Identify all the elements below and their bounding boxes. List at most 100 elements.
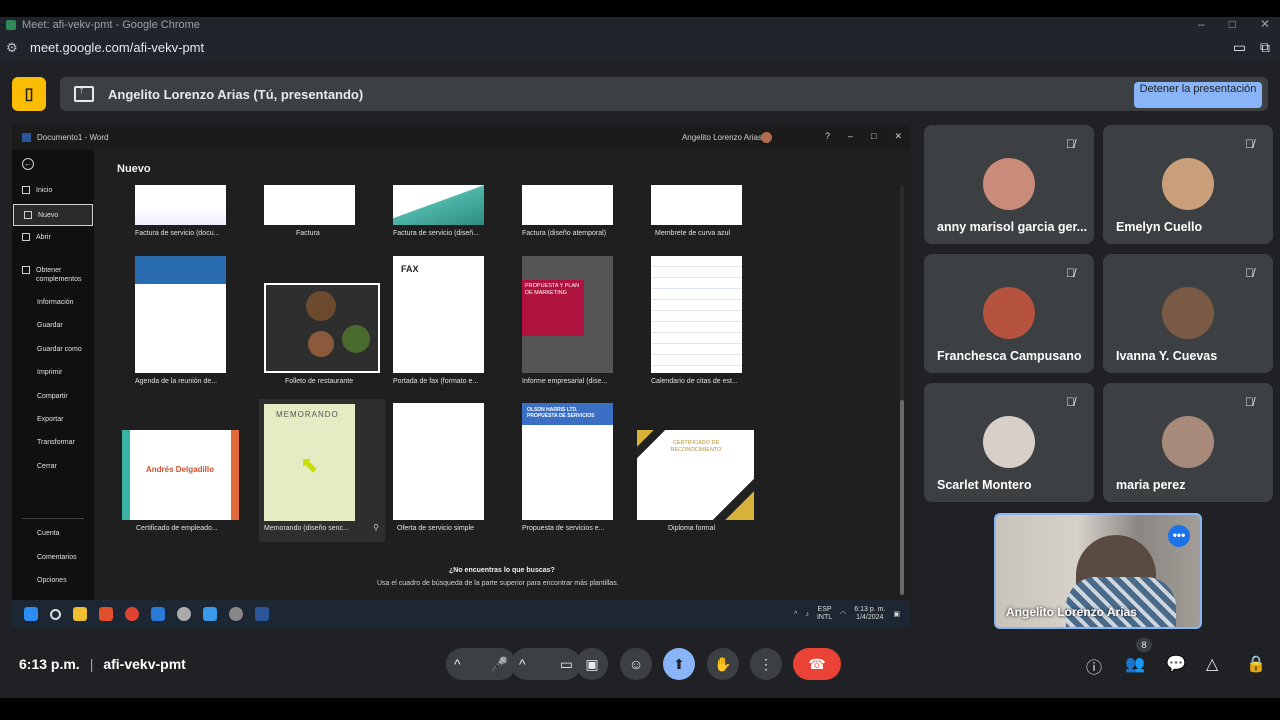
notification-icon[interactable]: ▣	[893, 610, 900, 618]
sidebar-item-exportar[interactable]: Exportar	[37, 416, 63, 423]
addins-icon	[22, 266, 30, 274]
open-in-new-icon[interactable]: ⧉	[1260, 39, 1270, 56]
sidebar-item-inicio[interactable]: Inicio	[22, 186, 52, 194]
sidebar-item-abrir[interactable]: Abrir	[22, 233, 51, 241]
pin-icon[interactable]: ⚲	[373, 523, 379, 532]
tray-mic-icon[interactable]: ♪	[805, 611, 809, 618]
captions-icon: ▣	[585, 655, 599, 672]
food-image	[306, 291, 336, 321]
address-bar-actions: ▭ ⧉	[1233, 39, 1270, 56]
brave-icon[interactable]	[99, 607, 113, 621]
sidebar-item-nuevo[interactable]: Nuevo	[13, 204, 93, 226]
sidebar-item-cuenta[interactable]: Cuenta	[37, 530, 60, 537]
back-arrow-icon[interactable]: ←	[22, 158, 34, 170]
templates-panel: Nuevo Factura de servicio (docu... Factu…	[94, 150, 904, 600]
people-icon[interactable]: 👥	[1125, 654, 1145, 674]
url-text[interactable]: meet.google.com/afi-vekv-pmt	[30, 40, 204, 55]
participant-tile[interactable]: 🎙̸ Emelyn Cuello	[1103, 125, 1273, 244]
template-caption: Factura de servicio (diseñ...	[393, 230, 479, 237]
file-explorer-icon[interactable]	[73, 607, 87, 621]
word-help-icon[interactable]: ?	[825, 131, 830, 142]
template-caption: Diploma formal	[668, 525, 716, 532]
tray-chevron-icon[interactable]: ^	[794, 611, 797, 618]
taskbar-clock[interactable]: 6:13 p. m. 1/4/2024	[854, 606, 885, 622]
participant-tile[interactable]: 🎙̸ maria perez	[1103, 383, 1273, 502]
sidebar-item-cerrar[interactable]: Cerrar	[37, 463, 57, 470]
sidebar-item-guardar[interactable]: Guardar	[37, 322, 63, 329]
more-options-button[interactable]: ⋮	[750, 648, 782, 680]
self-view-tile[interactable]: ••• Angelito Lorenzo Arias	[994, 513, 1202, 629]
microphone-icon[interactable]: 🎤	[491, 656, 508, 673]
camera-control[interactable]: ^ ▭	[511, 648, 581, 680]
folder-icon	[22, 233, 30, 241]
participant-count-badge: 8	[1136, 638, 1152, 652]
maximize-icon[interactable]: □	[1229, 17, 1236, 31]
mic-control[interactable]: ^ 🎤	[446, 648, 516, 680]
emoji-reaction-button[interactable]: ☺	[620, 648, 652, 680]
present-screen-button[interactable]: ⬆	[663, 648, 695, 680]
sidebar-item-opciones[interactable]: Opciones	[37, 577, 67, 584]
word-minimize-icon[interactable]: –	[848, 131, 853, 142]
participant-tile[interactable]: 🎙̸ Ivanna Y. Cuevas	[1103, 254, 1273, 373]
more-options-icon[interactable]: •••	[1168, 525, 1190, 547]
host-controls-icon[interactable]: 🔒	[1246, 654, 1266, 674]
template-caption: Propuesta de servicios e...	[522, 525, 605, 532]
sidebar-item-imprimir[interactable]: Imprimir	[37, 369, 62, 376]
chat-icon[interactable]: 💬	[1166, 654, 1186, 674]
word-close-icon[interactable]: ✕	[894, 131, 902, 142]
word-user-avatar	[761, 132, 772, 143]
chrome-icon[interactable]	[125, 607, 139, 621]
address-bar[interactable]: ⚙ meet.google.com/afi-vekv-pmt ▭ ⧉	[0, 33, 1280, 62]
vscode-icon[interactable]	[151, 607, 165, 621]
app-icon[interactable]	[177, 607, 191, 621]
settings-icon[interactable]	[229, 607, 243, 621]
hand-icon: ✋	[714, 655, 732, 672]
presenting-banner: Angelito Lorenzo Arias (Tú, presentando)…	[60, 77, 1268, 111]
sidebar-item-obtener[interactable]: Obtener complementos	[22, 266, 92, 284]
video-settings-chevron-icon[interactable]: ^	[519, 656, 526, 672]
meeting-time: 6:13 p.m.	[19, 656, 80, 672]
template-thumbnail: CERTIFICADO DE RECONOCIMIENTO	[637, 430, 754, 520]
participant-name: Emelyn Cuello	[1116, 220, 1203, 234]
participant-tile[interactable]: 🎙̸ Franchesca Campusano	[924, 254, 1094, 373]
camera-permission-icon[interactable]: ▭	[1233, 39, 1246, 56]
participant-name: Franchesca Campusano	[937, 349, 1082, 363]
browser-window-title: Meet: afi-vekv-pmt - Google Chrome	[22, 19, 200, 31]
meet-companion-icon[interactable]: ▯	[12, 77, 46, 111]
windows-start-icon[interactable]	[24, 607, 38, 621]
todo-icon[interactable]	[203, 607, 217, 621]
leave-call-button[interactable]: ☎	[793, 648, 841, 680]
proposal-heading: OLSON HARRIS LTD. PROPUESTA DE SERVICIOS	[527, 407, 595, 419]
site-info-icon[interactable]: ⚙	[6, 40, 22, 56]
camera-icon[interactable]: ▭	[560, 656, 573, 673]
word-restore-icon[interactable]: □	[871, 131, 876, 142]
input-language[interactable]: ESP INTL	[817, 606, 832, 622]
activities-icon[interactable]: △	[1206, 654, 1218, 674]
sidebar-item-transformar[interactable]: Transformar	[37, 439, 75, 446]
meeting-details: 6:13 p.m. | afi-vekv-pmt	[19, 656, 186, 672]
wifi-icon[interactable]: ◠	[840, 610, 846, 618]
participant-tile[interactable]: 🎙̸ anny marisol garcia ger...	[924, 125, 1094, 244]
mic-muted-icon: 🎙̸	[1245, 266, 1254, 280]
scrollbar-thumb[interactable]	[900, 400, 904, 595]
search-icon[interactable]	[50, 608, 61, 620]
minimize-icon[interactable]: –	[1198, 17, 1205, 31]
participant-avatar	[1162, 158, 1214, 210]
sidebar-item-guardar-como[interactable]: Guardar como	[37, 346, 82, 353]
participant-name: maria perez	[1116, 478, 1186, 492]
stop-presenting-button[interactable]: Detener la presentación	[1134, 82, 1262, 108]
template-caption: Portada de fax (formato e...	[393, 378, 479, 385]
meeting-info-icon[interactable]: ⓘ	[1086, 654, 1102, 678]
participant-tile[interactable]: 🎙̸ Scarlet Montero	[924, 383, 1094, 502]
captions-button[interactable]: ▣	[576, 648, 608, 680]
word-taskbar-icon[interactable]	[255, 607, 269, 621]
close-icon[interactable]: ✕	[1260, 17, 1270, 31]
raise-hand-button[interactable]: ✋	[707, 648, 739, 680]
audio-settings-chevron-icon[interactable]: ^	[454, 656, 461, 672]
sidebar-item-comentarios[interactable]: Comentarios	[37, 554, 77, 561]
participant-name: Scarlet Montero	[937, 478, 1032, 492]
sidebar-item-compartir[interactable]: Compartir	[37, 393, 68, 400]
templates-scrollbar[interactable]	[900, 185, 904, 595]
template-card-hovered[interactable]: MEMORANDO ⬉ Memorando (diseño senc... ⚲	[259, 399, 385, 542]
sidebar-item-informacion[interactable]: Información	[37, 299, 74, 306]
